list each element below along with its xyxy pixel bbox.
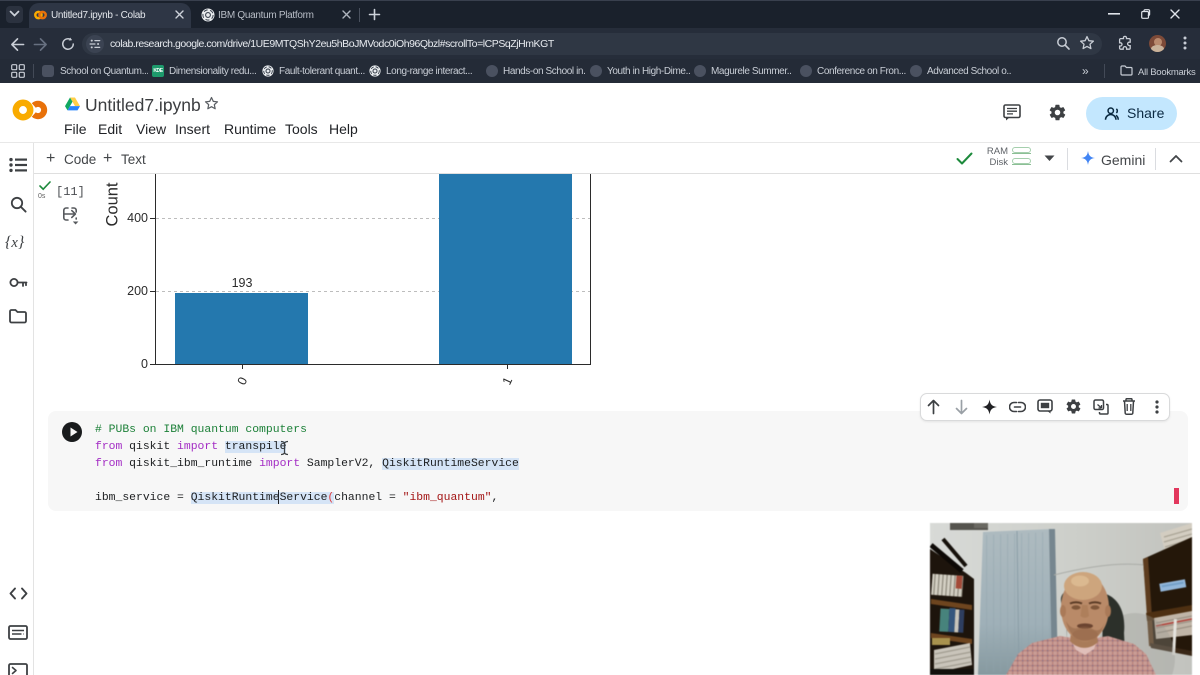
svg-text:Count: Count: [104, 182, 122, 226]
